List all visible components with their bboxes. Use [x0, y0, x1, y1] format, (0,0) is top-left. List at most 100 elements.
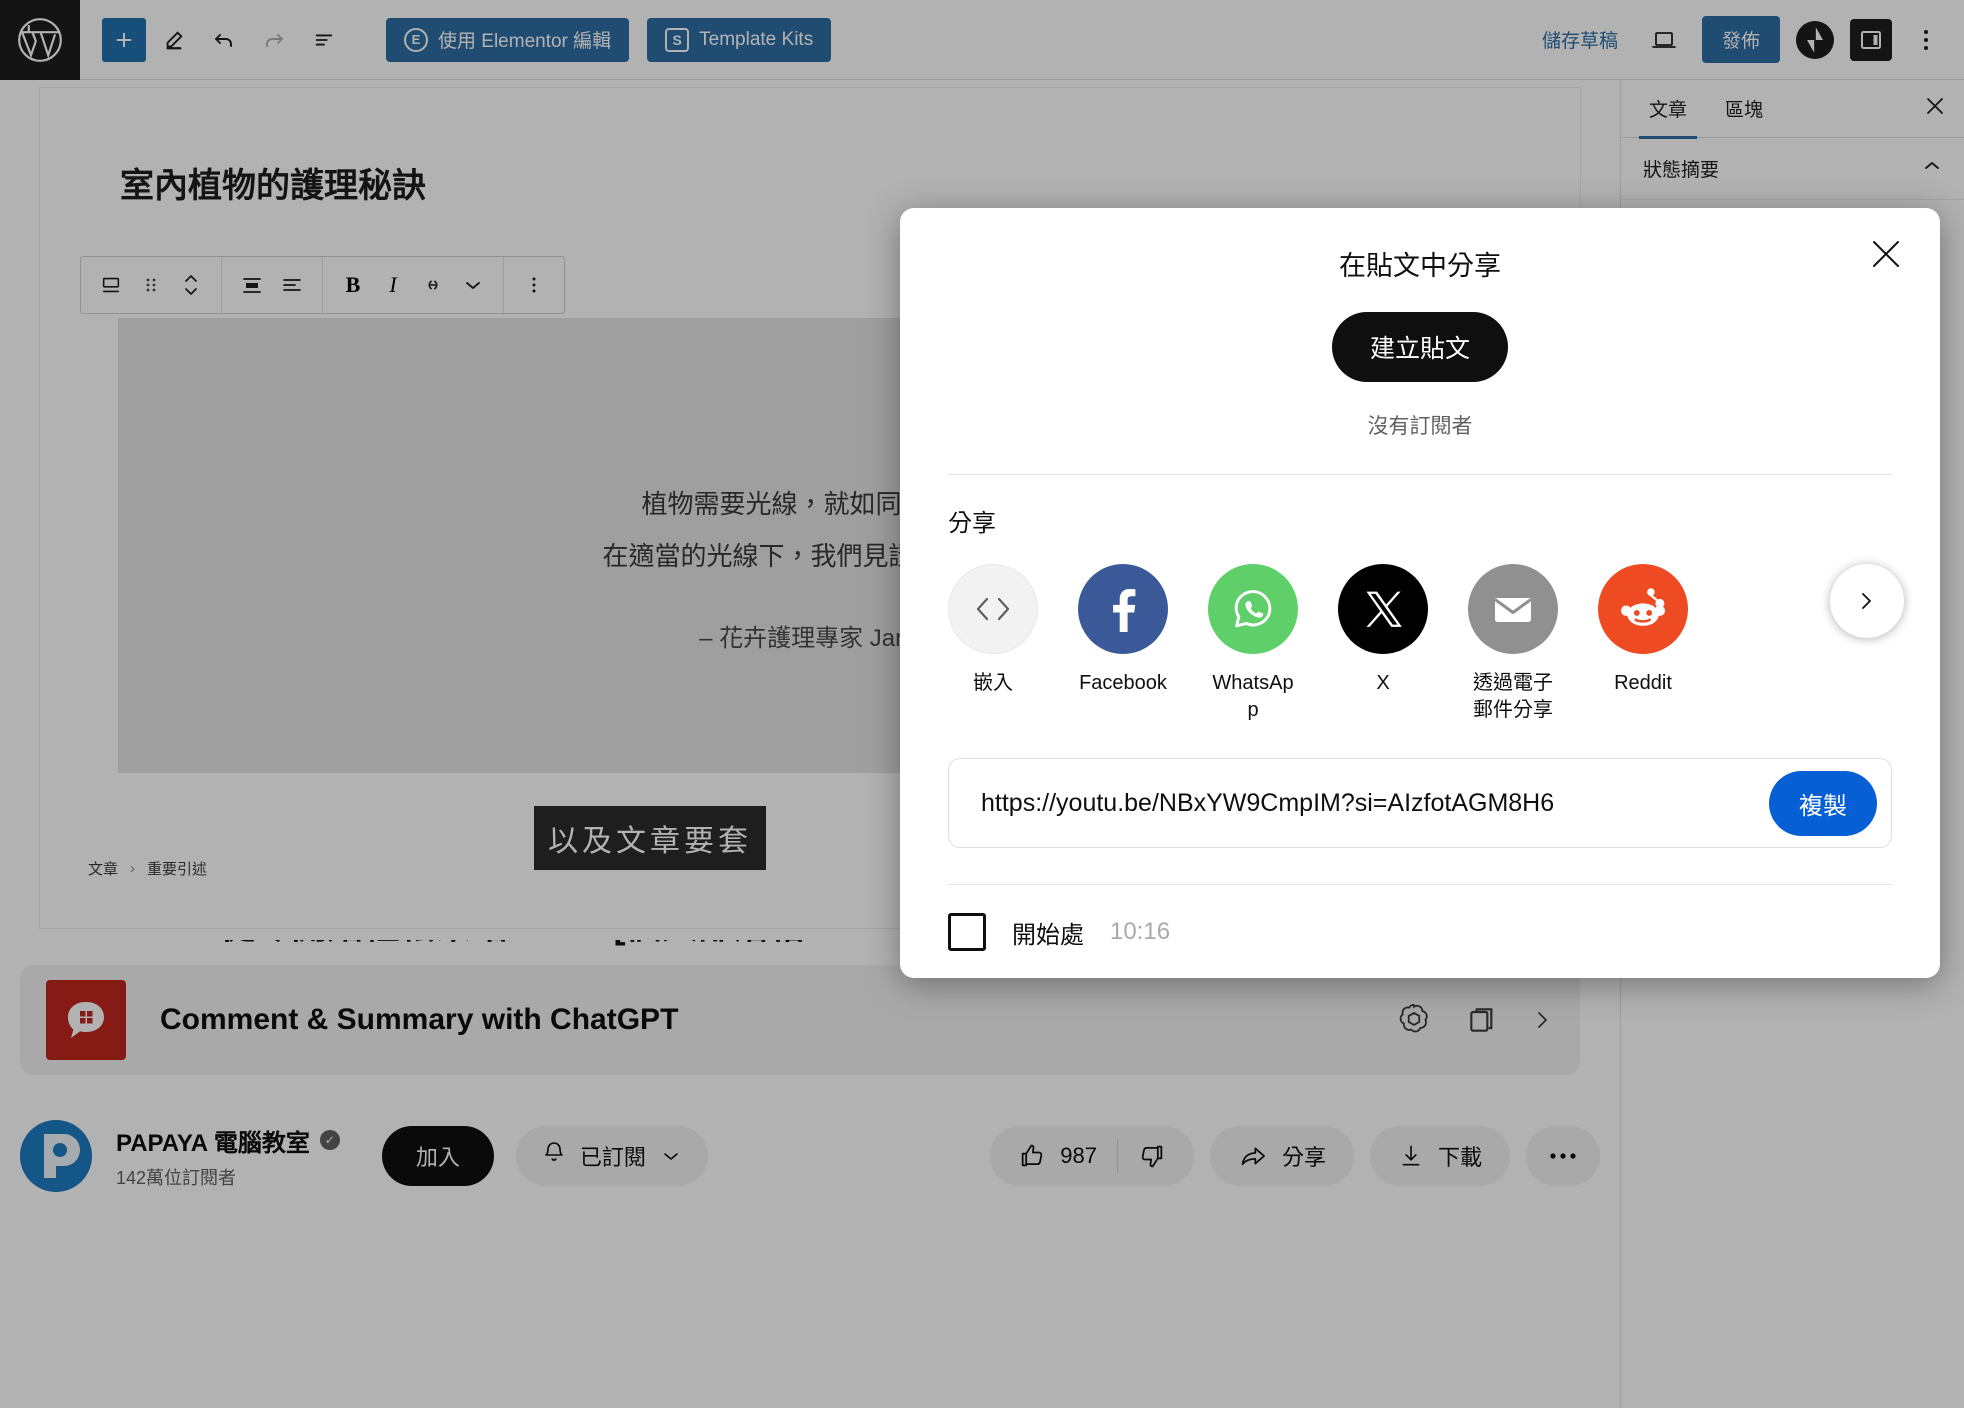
wordpress-top-toolbar: E 使用 Elementor 編輯 S Template Kits 儲存草稿 發…	[0, 0, 1964, 80]
breadcrumb-item-pullquote[interactable]: 重要引述	[147, 858, 207, 879]
verified-check-icon: ✓	[319, 1130, 340, 1150]
red-chat-bubble-icon	[46, 980, 126, 1060]
link-icon[interactable]	[413, 257, 453, 313]
chatgpt-card-actions	[1396, 1002, 1554, 1038]
chevron-right-icon[interactable]	[1830, 564, 1904, 638]
toolbar-tools-group	[80, 17, 346, 62]
chevron-down-icon[interactable]	[453, 257, 493, 313]
redo-button[interactable]	[252, 18, 296, 62]
channel-row: PAPAYA 電腦教室 ✓ 142萬位訂閱者 加入 已訂閱 987 分享 下載	[20, 1108, 1600, 1204]
action-divider	[1116, 1139, 1118, 1173]
share-target-embed[interactable]: 嵌入	[948, 564, 1038, 697]
subscribed-label: 已訂閱	[579, 1145, 646, 1170]
create-post-button[interactable]: 建立貼文	[1331, 312, 1508, 382]
x-twitter-icon	[1338, 564, 1428, 654]
text-align-icon[interactable]	[272, 257, 312, 313]
email-icon	[1468, 564, 1558, 654]
elementor-button-label: 使用 Elementor 編輯	[438, 31, 612, 52]
template-kits-badge-icon: S	[665, 27, 690, 52]
papaya-channel-avatar[interactable]	[20, 1120, 92, 1192]
save-draft-button[interactable]: 儲存草稿	[1534, 20, 1626, 59]
block-toolbar: B I	[80, 256, 565, 314]
breadcrumb-separator-icon: ›	[130, 860, 136, 877]
close-icon[interactable]	[1858, 226, 1914, 282]
document-overview-button[interactable]	[302, 18, 346, 62]
breadcrumb-item-post[interactable]: 文章	[88, 858, 118, 879]
share-target-whatsapp[interactable]: WhatsApp	[1208, 564, 1298, 724]
channel-name: PAPAYA 電腦教室	[116, 1129, 310, 1157]
more-options-icon[interactable]	[1908, 20, 1944, 60]
download-button[interactable]: 下載	[1369, 1126, 1510, 1186]
embed-code-icon	[948, 564, 1038, 654]
add-block-button[interactable]	[102, 17, 146, 62]
sidebar-tabs: 文章 區塊	[1621, 79, 1964, 139]
copy-icon[interactable]	[1466, 1004, 1498, 1036]
share-arrow-icon	[1238, 1142, 1268, 1170]
start-at-label: 開始處	[1012, 921, 1084, 949]
facebook-icon	[1078, 564, 1168, 654]
share-target-x[interactable]: X	[1338, 564, 1428, 697]
share-url-input[interactable]	[981, 788, 1769, 818]
openai-icon[interactable]	[1396, 1002, 1432, 1038]
share-target-label: Reddit	[1614, 672, 1672, 694]
close-icon[interactable]	[1924, 95, 1946, 122]
share-button[interactable]: 分享	[1209, 1126, 1354, 1186]
join-button[interactable]: 加入	[381, 1126, 494, 1186]
channel-name-row[interactable]: PAPAYA 電腦教室 ✓	[116, 1123, 340, 1158]
start-at-time[interactable]: 10:16	[1110, 918, 1170, 946]
tab-block[interactable]: 區塊	[1715, 79, 1773, 139]
undo-button[interactable]	[202, 18, 246, 62]
app-root: E 使用 Elementor 編輯 S Template Kits 儲存草稿 發…	[0, 0, 1964, 1408]
share-target-reddit[interactable]: Reddit	[1598, 564, 1688, 697]
create-post-section: 建立貼文	[900, 312, 1940, 382]
edit-tool-button[interactable]	[152, 18, 196, 62]
like-count: 987	[1060, 1143, 1097, 1168]
breadcrumb: 文章 › 重要引述	[88, 858, 207, 879]
block-options-icon[interactable]	[514, 257, 554, 313]
chevron-up-icon	[1922, 159, 1942, 178]
toolbar-right-group: 儲存草稿 發佈	[1534, 16, 1964, 63]
sidebar-section-status-summary[interactable]: 狀態摘要	[1621, 138, 1964, 200]
preview-button[interactable]	[1642, 18, 1686, 62]
bell-icon	[542, 1140, 566, 1172]
share-target-label: Facebook	[1079, 672, 1167, 694]
caption-chip: 以及文章要套	[534, 806, 766, 870]
share-section-label: 分享	[948, 510, 996, 537]
more-actions-button[interactable]	[1526, 1126, 1600, 1186]
paragraph-block-icon[interactable]	[91, 257, 131, 313]
chevron-right-icon[interactable]	[1532, 1005, 1554, 1035]
drag-handle-icon[interactable]	[131, 257, 171, 313]
template-kits-button[interactable]: S Template Kits	[647, 17, 832, 62]
move-up-down-icon[interactable]	[171, 257, 211, 313]
share-target-label: WhatsApp	[1212, 672, 1294, 721]
post-title[interactable]: 室內植物的護理秘訣	[120, 158, 426, 207]
no-subscribers-text: 沒有訂閱者	[1367, 415, 1473, 438]
italic-button[interactable]: I	[373, 257, 413, 313]
template-kits-button-label: Template Kits	[699, 28, 814, 50]
subscribed-button[interactable]: 已訂閱	[515, 1126, 708, 1186]
tab-post[interactable]: 文章	[1639, 79, 1698, 139]
like-dislike-group: 987	[990, 1126, 1194, 1186]
share-target-label: X	[1376, 672, 1390, 694]
thumbs-up-icon[interactable]	[1018, 1142, 1046, 1170]
video-actions: 987 分享 下載	[990, 1126, 1600, 1186]
align-icon[interactable]	[232, 257, 272, 313]
settings-sidebar-toggle-icon[interactable]	[1850, 18, 1892, 61]
edit-with-elementor-button[interactable]: E 使用 Elementor 編輯	[386, 17, 630, 62]
start-at-row: 開始處 10:16	[900, 885, 1940, 951]
jetpack-icon[interactable]	[1796, 20, 1834, 59]
publish-button[interactable]: 發佈	[1701, 16, 1780, 63]
wordpress-logo-icon[interactable]	[0, 0, 80, 80]
start-at-checkbox[interactable]	[948, 913, 986, 951]
ellipsis-icon	[1548, 1151, 1578, 1161]
share-to-post-dialog: 在貼文中分享 建立貼文 沒有訂閱者 分享 嵌入 Facebook WhatsAp…	[900, 208, 1940, 978]
bold-button[interactable]: B	[333, 257, 373, 313]
share-target-facebook[interactable]: Facebook	[1078, 564, 1168, 697]
share-targets-row: 嵌入 Facebook WhatsApp X 透過電子郵件分享 Reddit	[900, 538, 1940, 724]
channel-meta: PAPAYA 電腦教室 ✓ 142萬位訂閱者	[116, 1123, 340, 1190]
copy-button[interactable]: 複製	[1769, 770, 1877, 836]
share-target-email[interactable]: 透過電子郵件分享	[1468, 564, 1558, 724]
thumbs-down-icon[interactable]	[1138, 1142, 1166, 1170]
chatgpt-extension-card[interactable]: Comment & Summary with ChatGPT	[20, 965, 1580, 1075]
chatgpt-card-title: Comment & Summary with ChatGPT	[160, 1003, 679, 1036]
